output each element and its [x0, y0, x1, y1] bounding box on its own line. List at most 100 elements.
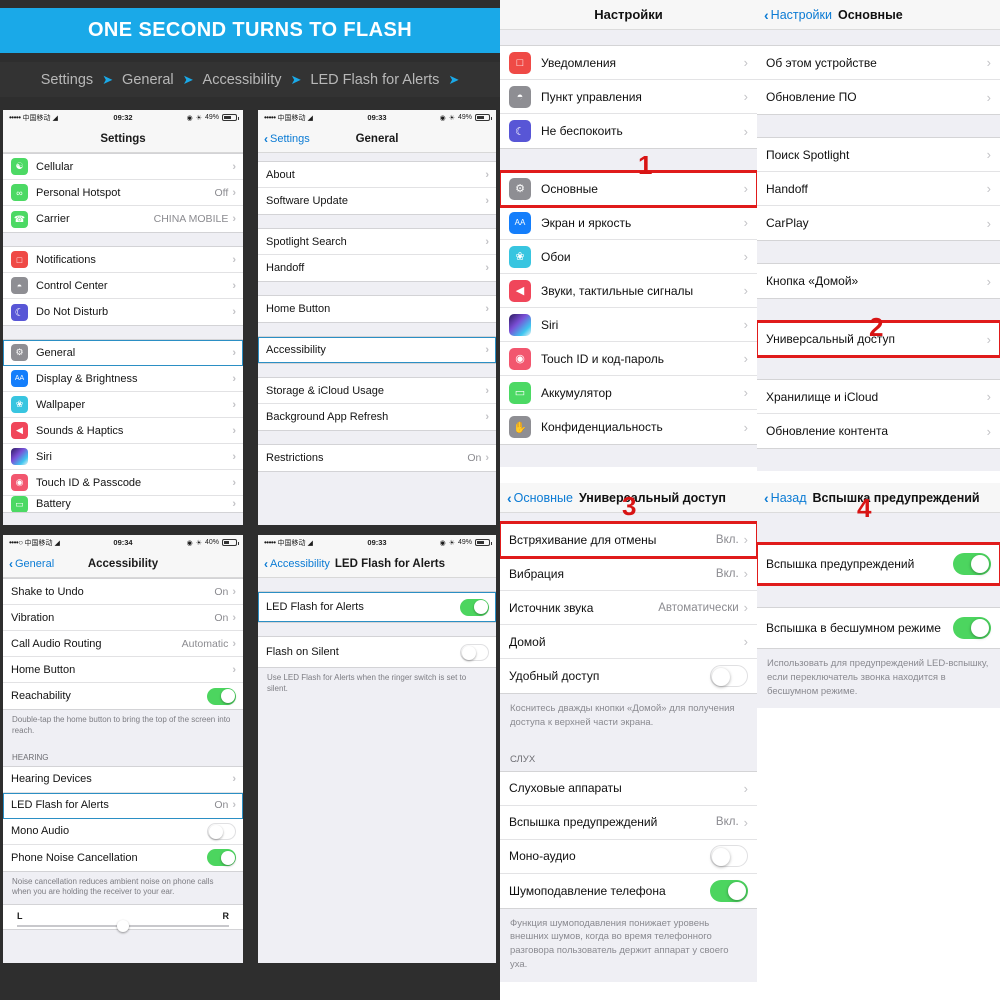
list-item-cellular[interactable]: ☯ Cellular › [3, 154, 243, 180]
led-flash-list[interactable]: LED Flash for Alerts Flash on Silent Use… [258, 578, 496, 963]
back-button[interactable]: ‹ Назад [764, 490, 807, 506]
ru-general-list[interactable]: Об этом устройстве › Обновление ПО › Пои… [757, 30, 1000, 471]
list-item-battery[interactable]: ▭ Battery › [3, 496, 243, 512]
chevron-right-icon: › [232, 186, 236, 199]
reachability-toggle[interactable] [207, 687, 236, 705]
list-item-carplay[interactable]: CarPlay › [757, 206, 1000, 240]
led-flash-toggle[interactable] [460, 598, 489, 616]
settings-list[interactable]: ☯ Cellular › ∞ Personal Hotspot Off › ☎ … [3, 153, 243, 525]
list-item-touch-id[interactable]: ◉ Touch ID и код-пароль › [500, 342, 757, 376]
list-item-led-flash-for-alerts[interactable]: LED Flash for Alerts [258, 592, 496, 622]
list-item-flash-on-silent[interactable]: Flash on Silent [258, 637, 496, 667]
list-item-label: Вспышка предупреждений [509, 815, 658, 830]
list-item-wallpaper[interactable]: ❀ Wallpaper › [3, 392, 243, 418]
list-item-accessibility[interactable]: Accessibility › [258, 337, 496, 363]
list-item-sounds-haptics[interactable]: ◀ Sounds & Haptics › [3, 418, 243, 444]
list-item-call-audio-routing[interactable]: Call Audio Routing Automatic › [3, 631, 243, 657]
back-button[interactable]: ‹ Настройки [764, 7, 832, 23]
list-item-general[interactable]: ⚙ Основные › [500, 170, 757, 208]
list-item-home[interactable]: Домой › [500, 625, 757, 659]
ru-settings-list[interactable]: □ Уведомления › ◓ Пункт управления › ☾ Н… [500, 30, 757, 467]
accessibility-list[interactable]: Shake to Undo On › Vibration On › Call A… [3, 578, 243, 963]
list-item-hearing-devices[interactable]: Hearing Devices › [3, 766, 243, 793]
list-item-home-button[interactable]: Home Button › [258, 296, 496, 322]
list-item-general[interactable]: ⚙ General › [3, 340, 243, 366]
list-item-notifications[interactable]: □ Уведомления › [500, 46, 757, 80]
noise-cancellation-toggle[interactable] [207, 849, 236, 867]
breadcrumb-item-settings[interactable]: Settings [41, 72, 93, 88]
list-item-software-update[interactable]: Software Update › [258, 188, 496, 214]
breadcrumb-item-general[interactable]: General [122, 72, 174, 88]
list-item-reachability[interactable]: Удобный доступ [500, 659, 757, 693]
list-item-reachability[interactable]: Reachability [3, 683, 243, 709]
list-item-shake-to-undo[interactable]: Shake to Undo On › [3, 579, 243, 605]
list-item-touch-id-passcode[interactable]: ◉ Touch ID & Passcode › [3, 470, 243, 496]
list-item-sounds[interactable]: ◀ Звуки, тактильные сигналы › [500, 274, 757, 308]
list-item-control-center[interactable]: ◓ Control Center › [3, 273, 243, 299]
list-item-restrictions[interactable]: Restrictions On › [258, 445, 496, 471]
list-item-hearing-devices[interactable]: Слуховые аппараты › [500, 771, 757, 806]
back-button[interactable]: ‹ Settings [264, 132, 310, 146]
list-item-spotlight-search[interactable]: Spotlight Search › [258, 229, 496, 255]
breadcrumb-item-led-flash[interactable]: LED Flash for Alerts [310, 72, 439, 88]
list-item-about[interactable]: About › [258, 162, 496, 188]
slider-knob[interactable] [117, 920, 129, 933]
list-item-flash-on-silent[interactable]: Вспышка в бесшумном режиме [757, 608, 1000, 648]
back-button[interactable]: ‹ General [9, 557, 54, 571]
list-item-display-brightness[interactable]: AA Экран и яркость › [500, 206, 757, 240]
list-item-software-update[interactable]: Обновление ПО › [757, 80, 1000, 114]
list-item-about[interactable]: Об этом устройстве › [757, 46, 1000, 80]
list-item-mono-audio[interactable]: Моно-аудио [500, 839, 757, 874]
list-item-background-app-refresh[interactable]: Background App Refresh › [258, 404, 496, 430]
list-item-led-flash-alerts[interactable]: Вспышка предупреждений Вкл. › [500, 805, 757, 840]
list-item-handoff[interactable]: Handoff › [258, 255, 496, 281]
list-item-siri[interactable]: Siri › [500, 308, 757, 342]
mono-audio-toggle[interactable] [710, 845, 748, 868]
ru-accessibility-list[interactable]: Встряхивание для отмены Вкл. › Вибрация … [500, 513, 757, 982]
list-item-home-button[interactable]: Кнопка «Домой» › [757, 264, 1000, 298]
list-item-display-brightness[interactable]: AA Display & Brightness › [3, 366, 243, 392]
ru-led-list[interactable]: Вспышка предупреждений Вспышка в бесшумн… [757, 513, 1000, 709]
list-item-do-not-disturb[interactable]: ☾ Не беспокоить › [500, 114, 757, 148]
audio-balance-slider[interactable] [17, 920, 229, 933]
list-item-content-update[interactable]: Обновление контента › [757, 414, 1000, 448]
list-item-privacy[interactable]: ✋ Конфиденциальность › [500, 410, 757, 444]
mono-audio-toggle[interactable] [207, 822, 236, 840]
list-item-do-not-disturb[interactable]: ☾ Do Not Disturb › [3, 299, 243, 325]
list-item-notifications[interactable]: □ Notifications › [3, 247, 243, 273]
back-button[interactable]: ‹ Accessibility [264, 557, 330, 571]
list-item-shake-to-undo[interactable]: Встряхивание для отмены Вкл. › [500, 521, 757, 559]
list-item-storage-icloud[interactable]: Хранилище и iCloud › [757, 380, 1000, 414]
list-item-wallpaper[interactable]: ❀ Обои › [500, 240, 757, 274]
list-item-spotlight-search[interactable]: Поиск Spotlight › [757, 138, 1000, 172]
list-item-siri[interactable]: Siri › [3, 444, 243, 470]
back-button[interactable]: ‹ Основные [507, 490, 573, 506]
list-item-label: LED Flash for Alerts [11, 799, 109, 812]
breadcrumb-item-accessibility[interactable]: Accessibility [203, 72, 282, 88]
general-list[interactable]: About › Software Update › Spotlight Sear… [258, 153, 496, 525]
led-flash-toggle[interactable] [953, 553, 991, 575]
list-item-vibration[interactable]: Вибрация Вкл. › [500, 557, 757, 591]
list-item-carrier[interactable]: ☎ Carrier CHINA MOBILE › [3, 206, 243, 232]
list-item-noise-cancellation[interactable]: Шумоподавление телефона [500, 873, 757, 908]
list-item-led-flash-alerts[interactable]: Вспышка предупреждений [757, 542, 1000, 586]
reachability-toggle[interactable] [710, 665, 748, 687]
list-item-mono-audio[interactable]: Mono Audio [3, 818, 243, 845]
flash-on-silent-toggle[interactable] [460, 643, 489, 661]
flash-on-silent-toggle[interactable] [953, 617, 991, 639]
list-item-storage-icloud[interactable]: Storage & iCloud Usage › [258, 378, 496, 404]
group-separator [3, 233, 243, 246]
list-item-handoff[interactable]: Handoff › [757, 172, 1000, 206]
list-item-label: Mono Audio [11, 825, 70, 838]
list-item-battery[interactable]: ▭ Аккумулятор › [500, 376, 757, 410]
list-item-control-center[interactable]: ◓ Пункт управления › [500, 80, 757, 114]
noise-cancellation-toggle[interactable] [710, 879, 748, 902]
list-item-personal-hotspot[interactable]: ∞ Personal Hotspot Off › [3, 180, 243, 206]
list-item-led-flash-for-alerts[interactable]: LED Flash for Alerts On › [3, 792, 243, 819]
list-item-vibration[interactable]: Vibration On › [3, 605, 243, 631]
list-item-audio-source[interactable]: Источник звука Автоматически › [500, 591, 757, 625]
list-item-home-button[interactable]: Home Button › [3, 657, 243, 683]
status-time: 09:32 [113, 113, 133, 122]
list-item-phone-noise-cancellation[interactable]: Phone Noise Cancellation [3, 844, 243, 871]
chevron-right-icon: › [232, 476, 236, 489]
